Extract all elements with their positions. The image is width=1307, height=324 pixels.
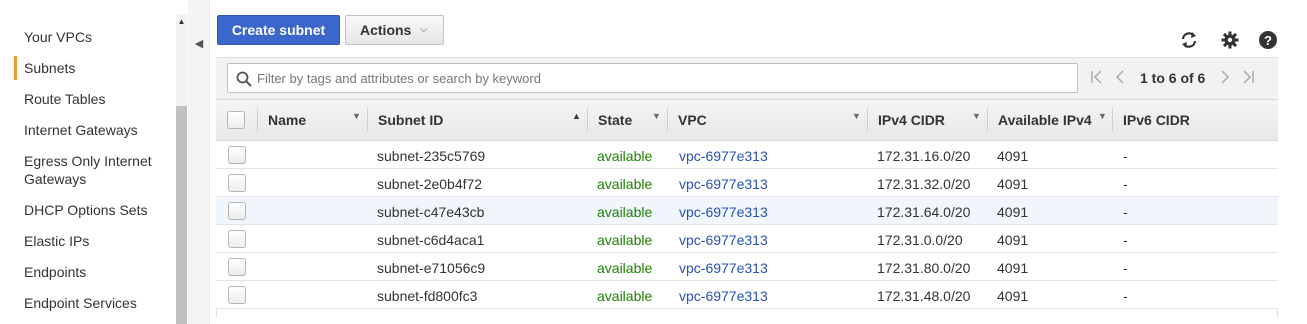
sidebar-item-endpoint-services[interactable]: Endpoint Services xyxy=(24,294,137,312)
subnet-id-cell: subnet-fd800fc3 xyxy=(377,288,478,304)
select-all-checkbox[interactable] xyxy=(227,111,245,129)
ipv6-cidr-cell: - xyxy=(1123,260,1128,276)
state-cell: available xyxy=(597,288,653,304)
collapse-sidebar-icon[interactable]: ◀ xyxy=(193,36,205,52)
last-page-icon[interactable] xyxy=(1241,69,1255,85)
first-page-icon[interactable] xyxy=(1090,69,1104,85)
column-separator[interactable] xyxy=(1112,108,1113,132)
svg-text:?: ? xyxy=(1264,33,1272,48)
ipv4-cidr-cell: 172.31.0.0/20 xyxy=(877,232,963,248)
sidebar: Your VPCs Subnets Route Tables Internet … xyxy=(0,0,176,324)
state-cell: available xyxy=(597,176,653,192)
available-ipv4-cell: 4091 xyxy=(997,260,1029,276)
search-icon xyxy=(236,71,252,87)
column-header-subnet-id[interactable]: Subnet ID xyxy=(378,112,443,128)
sidebar-item-label: Egress Only Internet xyxy=(24,153,152,169)
column-separator[interactable] xyxy=(587,108,588,132)
state-cell: available xyxy=(597,232,653,248)
vpc-link[interactable]: vpc-6977e313 xyxy=(679,204,768,220)
sidebar-item-subnets[interactable]: Subnets xyxy=(13,56,75,80)
gear-icon[interactable] xyxy=(1220,30,1240,50)
sort-ascending-icon[interactable]: ▲ xyxy=(572,111,581,121)
actions-button[interactable]: Actions ⌵ xyxy=(345,15,444,45)
column-separator[interactable] xyxy=(667,108,668,132)
column-header-state[interactable]: State xyxy=(598,112,632,128)
column-header-available-ipv4[interactable]: Available IPv4 xyxy=(998,112,1092,128)
row-checkbox[interactable] xyxy=(228,146,246,164)
sidebar-item-dhcp-options-sets[interactable]: DHCP Options Sets xyxy=(24,201,147,219)
search-field[interactable] xyxy=(227,63,1078,93)
state-cell: available xyxy=(597,148,653,164)
row-checkbox[interactable] xyxy=(228,286,246,304)
table-header xyxy=(216,99,1278,141)
chevron-down-icon[interactable]: ▼ xyxy=(1098,111,1107,121)
row-checkbox[interactable] xyxy=(228,258,246,276)
available-ipv4-cell: 4091 xyxy=(997,176,1029,192)
vpc-link[interactable]: vpc-6977e313 xyxy=(679,176,768,192)
subnet-id-cell: subnet-c47e43cb xyxy=(377,204,485,220)
ipv6-cidr-cell: - xyxy=(1123,204,1128,220)
column-header-ipv4-cidr[interactable]: IPv4 CIDR xyxy=(878,112,945,128)
vpc-link[interactable]: vpc-6977e313 xyxy=(679,288,768,304)
available-ipv4-cell: 4091 xyxy=(997,288,1029,304)
available-ipv4-cell: 4091 xyxy=(997,204,1029,220)
ipv4-cidr-cell: 172.31.48.0/20 xyxy=(877,288,971,304)
ipv4-cidr-cell: 172.31.16.0/20 xyxy=(877,148,971,164)
help-icon[interactable]: ? xyxy=(1258,30,1278,50)
subnet-id-cell: subnet-e71056c9 xyxy=(377,260,486,276)
column-separator[interactable] xyxy=(987,108,988,132)
column-separator[interactable] xyxy=(867,108,868,132)
vpc-link[interactable]: vpc-6977e313 xyxy=(679,232,768,248)
available-ipv4-cell: 4091 xyxy=(997,148,1029,164)
ipv6-cidr-cell: - xyxy=(1123,148,1128,164)
ipv6-cidr-cell: - xyxy=(1123,176,1128,192)
sidebar-item-route-tables[interactable]: Route Tables xyxy=(24,90,105,108)
ipv6-cidr-cell: - xyxy=(1123,232,1128,248)
previous-page-icon[interactable] xyxy=(1114,69,1126,85)
subnet-id-cell: subnet-c6d4aca1 xyxy=(377,232,485,248)
sidebar-item-endpoints[interactable]: Endpoints xyxy=(24,263,86,281)
row-checkbox[interactable] xyxy=(228,230,246,248)
state-cell: available xyxy=(597,204,653,220)
scroll-up-arrow-icon[interactable]: ▲ xyxy=(176,14,187,30)
sidebar-item-label: Gateways xyxy=(24,171,87,187)
chevron-down-icon[interactable]: ▼ xyxy=(352,111,361,121)
chevron-down-icon[interactable]: ▼ xyxy=(652,111,661,121)
column-separator[interactable] xyxy=(367,108,368,132)
pagination-text: 1 to 6 of 6 xyxy=(1140,70,1206,86)
column-header-name[interactable]: Name xyxy=(268,112,306,128)
sidebar-item-egress-only-internet-gateways[interactable]: Egress Only Internet Gateways xyxy=(24,152,152,188)
row-checkbox[interactable] xyxy=(228,202,246,220)
ipv4-cidr-cell: 172.31.32.0/20 xyxy=(877,176,971,192)
create-subnet-button[interactable]: Create subnet xyxy=(217,15,340,45)
sidebar-item-your-vpcs[interactable]: Your VPCs xyxy=(24,28,92,46)
column-header-vpc[interactable]: VPC xyxy=(678,112,707,128)
row-checkbox[interactable] xyxy=(228,174,246,192)
ipv6-cidr-cell: - xyxy=(1123,288,1128,304)
actions-label: Actions xyxy=(360,22,412,38)
sidebar-item-internet-gateways[interactable]: Internet Gateways xyxy=(24,121,138,139)
ipv4-cidr-cell: 172.31.64.0/20 xyxy=(877,204,971,220)
sidebar-scroll-thumb[interactable] xyxy=(176,106,187,324)
vpc-link[interactable]: vpc-6977e313 xyxy=(679,148,768,164)
search-input[interactable] xyxy=(257,64,1067,92)
vpc-link[interactable]: vpc-6977e313 xyxy=(679,260,768,276)
chevron-down-icon[interactable]: ▼ xyxy=(852,111,861,121)
next-page-icon[interactable] xyxy=(1219,69,1231,85)
chevron-down-icon: ⌵ xyxy=(420,24,428,35)
sidebar-item-elastic-ips[interactable]: Elastic IPs xyxy=(24,232,89,250)
subnet-id-cell: subnet-235c5769 xyxy=(377,148,486,164)
vpc-console: Your VPCs Subnets Route Tables Internet … xyxy=(0,0,1307,324)
subnet-id-cell: subnet-2e0b4f72 xyxy=(377,176,483,192)
chevron-down-icon[interactable]: ▼ xyxy=(972,111,981,121)
available-ipv4-cell: 4091 xyxy=(997,232,1029,248)
refresh-icon[interactable] xyxy=(1179,30,1199,50)
column-separator xyxy=(257,108,258,132)
ipv4-cidr-cell: 172.31.80.0/20 xyxy=(877,260,971,276)
column-header-ipv6-cidr[interactable]: IPv6 CIDR xyxy=(1123,112,1190,128)
state-cell: available xyxy=(597,260,653,276)
